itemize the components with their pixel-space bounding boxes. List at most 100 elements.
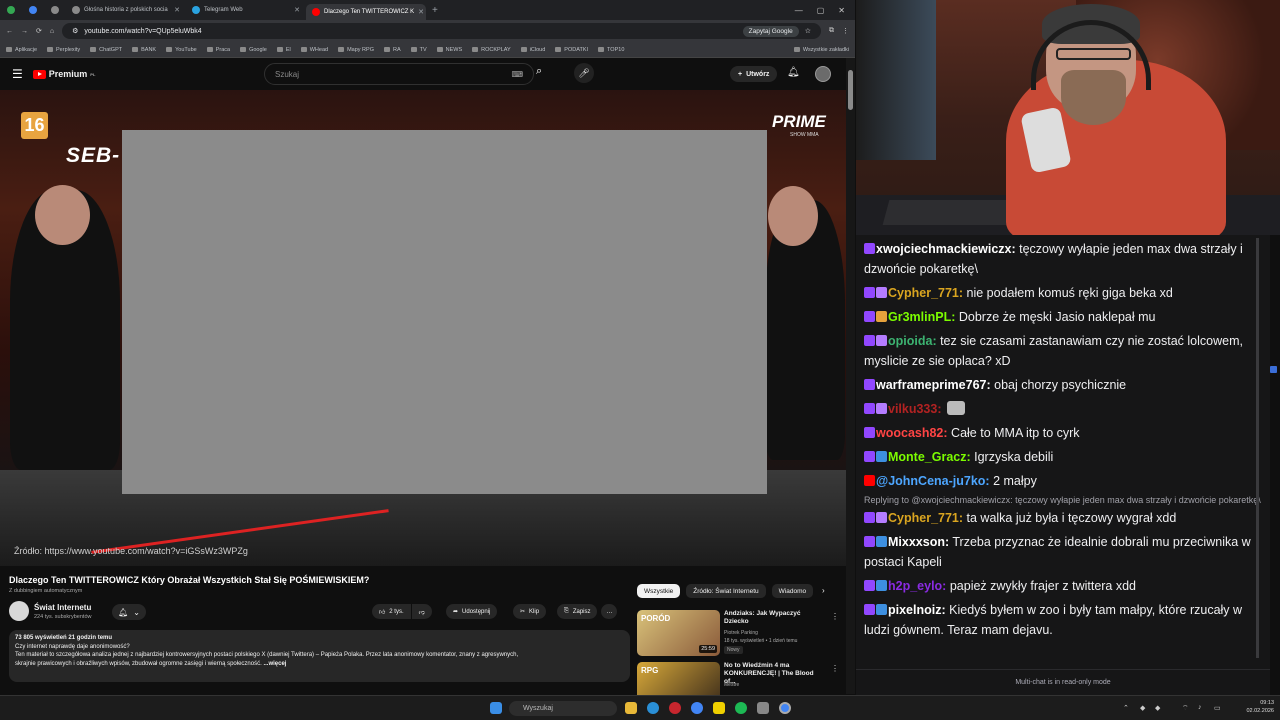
- chat-username[interactable]: woocash82:: [876, 426, 948, 440]
- tray-app-icon-2[interactable]: ◆: [1155, 704, 1160, 712]
- forward-icon[interactable]: →: [21, 28, 28, 35]
- video-thumbnail[interactable]: PORÓD 25:59: [637, 610, 720, 656]
- back-icon[interactable]: ←: [6, 28, 13, 35]
- browser-tab[interactable]: [44, 2, 66, 18]
- page-scrollbar[interactable]: [846, 58, 855, 694]
- reload-icon[interactable]: ⟳: [36, 27, 42, 35]
- chrome-icon[interactable]: [691, 702, 703, 714]
- notifications-bell-icon[interactable]: 🔔︎: [787, 67, 800, 78]
- url-field[interactable]: ⚙ youtube.com/watch?v=QUp5eluWbk4 Zapyta…: [62, 23, 821, 39]
- filter-chip[interactable]: Źródło: Świat Internetu: [686, 584, 766, 598]
- minimize-icon[interactable]: —: [795, 6, 803, 15]
- chat-username[interactable]: Cypher_771:: [888, 286, 963, 300]
- subscription-bell-button[interactable]: 🔔︎ ⌄: [112, 604, 146, 620]
- save-button[interactable]: ⎘ Zapisz: [557, 604, 598, 619]
- chrome-active-icon[interactable]: [779, 702, 791, 714]
- filter-chip[interactable]: Wiadomo: [771, 584, 814, 598]
- bookmark-item[interactable]: ChatGPT: [90, 47, 122, 53]
- chat-username[interactable]: Cypher_771:: [888, 511, 963, 525]
- bookmark-item[interactable]: Aplikacje: [6, 47, 37, 53]
- chat-scrollbar[interactable]: [1256, 238, 1259, 658]
- bookmark-item[interactable]: PODATKI: [555, 47, 588, 53]
- more-options-icon[interactable]: ⋮: [831, 664, 839, 673]
- video-player[interactable]: 16 SEB- PRIME SHOW MMA Źródło: https://w…: [0, 90, 846, 566]
- bookmark-item[interactable]: ROCKPLAY: [472, 47, 511, 53]
- spotify-icon[interactable]: [735, 702, 747, 714]
- windows-start-icon[interactable]: [490, 702, 502, 714]
- bookmark-item[interactable]: WHead: [300, 47, 328, 53]
- filter-chip[interactable]: Wszystkie: [637, 584, 681, 598]
- chat-username[interactable]: opioida:: [888, 334, 937, 348]
- extensions-icon[interactable]: ⧉: [829, 27, 834, 35]
- notes-icon[interactable]: [713, 702, 725, 714]
- tab-close-icon[interactable]: ✕: [174, 6, 180, 14]
- chat-username[interactable]: vilku333:: [888, 402, 942, 416]
- page-scroll-thumb[interactable]: [848, 70, 853, 110]
- keyboard-icon[interactable]: ⌨: [511, 70, 523, 79]
- recommended-video[interactable]: PORÓD 25:59 Andziaks: Jak Wypaczyć Dziecko…: [637, 610, 839, 658]
- tab-close-icon[interactable]: ✕: [294, 6, 300, 14]
- opera-icon[interactable]: [669, 702, 681, 714]
- share-button[interactable]: ➦ Udostępnij: [446, 604, 498, 619]
- browser-tab[interactable]: [22, 2, 44, 18]
- bookmark-item[interactable]: NEWS: [436, 47, 462, 53]
- chat-username[interactable]: Monte_Gracz:: [888, 450, 971, 464]
- chat-username[interactable]: warframeprime767:: [876, 378, 991, 392]
- chevron-right-icon[interactable]: ›: [822, 586, 825, 595]
- site-info-icon[interactable]: ⚙: [72, 27, 78, 35]
- new-tab-button[interactable]: +: [426, 5, 444, 16]
- bookmark-item[interactable]: YouTube: [166, 47, 197, 53]
- more-options-icon[interactable]: ⋮: [831, 612, 839, 621]
- chat-username[interactable]: @JohnCena-ju7ko:: [876, 474, 990, 488]
- all-bookmarks-button[interactable]: Wszystkie zakładki: [793, 47, 849, 53]
- chat-username[interactable]: xwojciechmackiewiczx:: [876, 242, 1016, 256]
- bookmark-item[interactable]: TV: [410, 47, 427, 53]
- bookmark-item[interactable]: El: [276, 47, 291, 53]
- file-explorer-icon[interactable]: [625, 702, 637, 714]
- hamburger-icon[interactable]: ☰: [12, 67, 23, 81]
- maximize-icon[interactable]: ▢: [817, 6, 825, 15]
- bookmark-item[interactable]: Mapy RPG: [338, 47, 374, 53]
- bookmark-item[interactable]: TOP10: [598, 47, 624, 53]
- tab-close-icon[interactable]: ✕: [418, 8, 424, 16]
- like-button[interactable]: 👍︎ 2 tys.: [372, 604, 411, 619]
- channel-name[interactable]: Świat Internetu: [34, 603, 91, 612]
- clip-button[interactable]: ✂ Klip: [513, 604, 547, 619]
- home-icon[interactable]: ⌂: [50, 28, 54, 35]
- avatar[interactable]: [815, 66, 831, 82]
- taskbar-clock[interactable]: 09:13 02.02.2026: [1246, 699, 1274, 715]
- edge-icon[interactable]: [647, 702, 659, 714]
- bookmark-item[interactable]: BANK: [132, 47, 156, 53]
- youtube-logo[interactable]: Premium PL: [32, 69, 95, 79]
- video-description[interactable]: 73 805 wyświetleń 21 godzin temu Czy int…: [9, 630, 630, 682]
- bookmark-item[interactable]: Google: [240, 47, 267, 53]
- create-button[interactable]: + Utwórz: [730, 66, 778, 82]
- bookmark-item[interactable]: iCloud: [520, 47, 545, 53]
- browser-tab[interactable]: Dlaczego Ten TWITTEROWICZ K ✕: [306, 4, 426, 20]
- download-icon[interactable]: [757, 702, 769, 714]
- more-actions-button[interactable]: …: [601, 604, 618, 619]
- close-window-icon[interactable]: ✕: [838, 6, 845, 15]
- chat-username[interactable]: Mixxxson:: [888, 535, 949, 549]
- voice-search-icon[interactable]: 🎤︎: [574, 63, 594, 83]
- bookmark-item[interactable]: Perplexity: [47, 47, 80, 53]
- menu-icon[interactable]: ⋮: [842, 27, 849, 35]
- browser-tab[interactable]: Głośna historia z polskich socia ✕: [66, 2, 186, 18]
- chat-username[interactable]: pixelnoiz:: [888, 603, 946, 617]
- browser-tab[interactable]: [0, 2, 22, 18]
- bookmark-star-icon[interactable]: ☆: [805, 27, 811, 35]
- search-icon[interactable]: ⌕: [536, 65, 542, 78]
- bookmark-item[interactable]: Praca: [206, 47, 230, 53]
- volume-icon[interactable]: ♪: [1198, 704, 1202, 711]
- chat-username[interactable]: Gr3mlinPL:: [888, 310, 955, 324]
- channel-avatar[interactable]: [9, 601, 29, 621]
- network-icon[interactable]: ⌔: [1182, 704, 1189, 713]
- battery-icon[interactable]: ▭: [1214, 704, 1221, 712]
- browser-tab[interactable]: Telegram Web ✕: [186, 2, 306, 18]
- search-input[interactable]: Szukaj ⌨: [264, 63, 534, 85]
- bookmark-item[interactable]: RA: [383, 47, 401, 53]
- chat-username[interactable]: h2p_eylo:: [888, 579, 946, 593]
- taskbar-search[interactable]: Wyszukaj: [509, 701, 617, 716]
- tray-app-icon[interactable]: ◆: [1140, 704, 1145, 712]
- dislike-button[interactable]: 👎︎: [411, 604, 432, 619]
